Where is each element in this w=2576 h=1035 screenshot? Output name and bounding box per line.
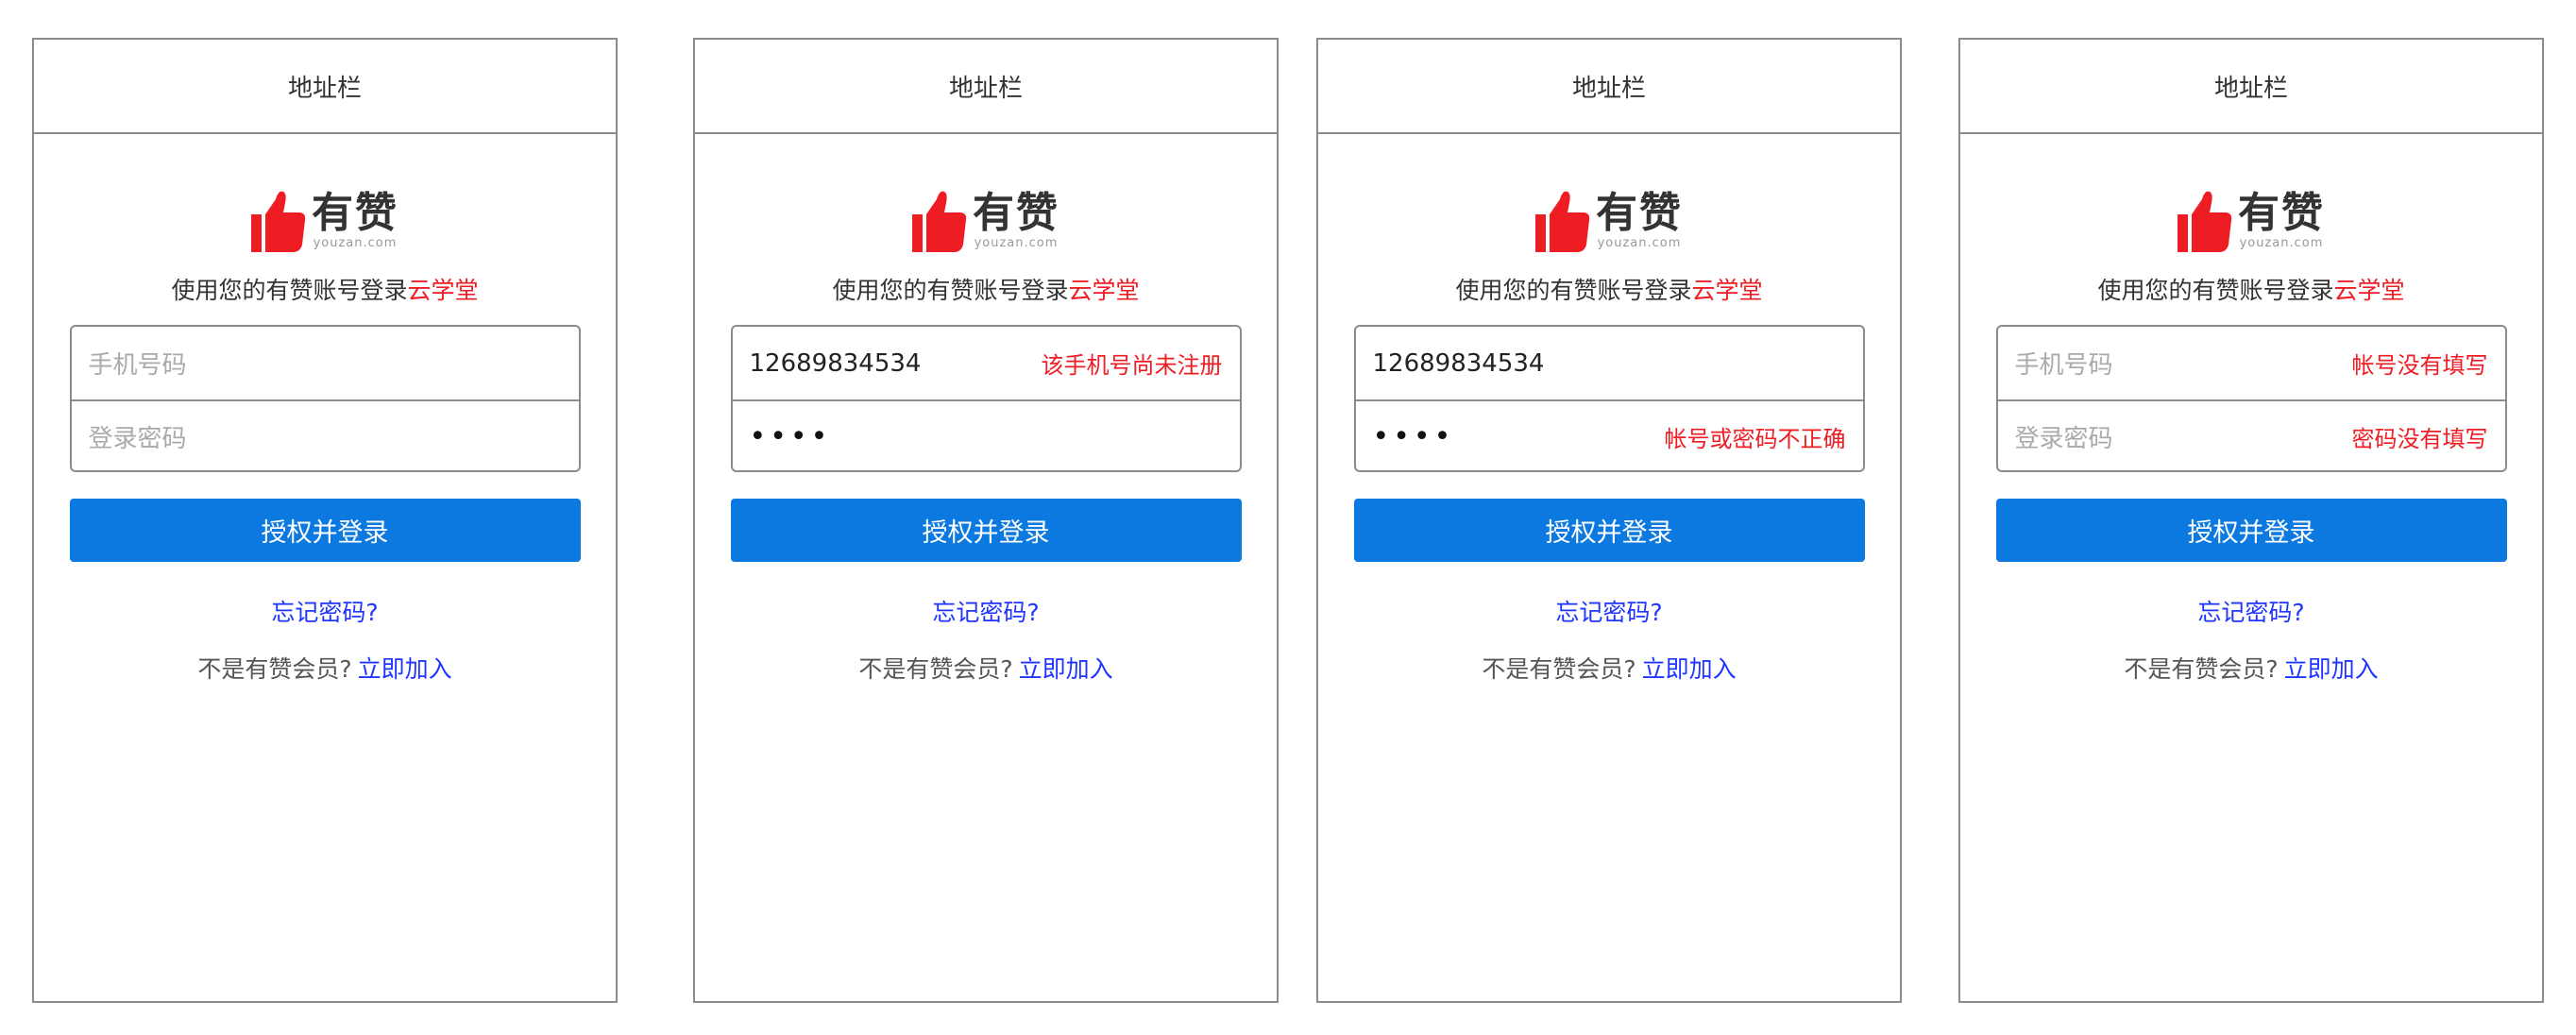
subtitle-app-name: 云学堂 xyxy=(1691,277,1763,304)
forgot-password-link[interactable]: 忘记密码? xyxy=(1318,594,1900,628)
phone-field[interactable]: 12689834534 该手机号尚未注册 xyxy=(733,327,1240,399)
subtitle-text: 使用您的有赞账号登录 xyxy=(1455,277,1692,304)
phone-frame: 地址栏 有赞 youzan.com 使用您的有赞账号登录云学堂 手机号码 登录密… xyxy=(32,38,618,1003)
thumbs-up-icon xyxy=(912,191,967,252)
brand-name: 有赞 xyxy=(1596,189,1683,237)
authorize-login-button[interactable]: 授权并登录 xyxy=(1995,499,2507,562)
password-error: 密码没有填写 xyxy=(2351,426,2488,452)
address-bar-label: 地址栏 xyxy=(2213,74,2288,103)
password-field[interactable]: 登录密码 xyxy=(71,399,579,470)
brand-domain: youzan.com xyxy=(974,236,1059,250)
password-field[interactable]: 登录密码 密码没有填写 xyxy=(1997,399,2505,470)
password-masked-value: •••• xyxy=(1372,420,1455,453)
join-prompt-text: 不是有赞会员? xyxy=(858,655,1013,683)
address-bar-label: 地址栏 xyxy=(287,74,362,103)
thumbs-up-icon xyxy=(1535,191,1590,252)
address-bar[interactable]: 地址栏 xyxy=(1318,40,1900,134)
phone-placeholder: 手机号码 xyxy=(88,351,187,380)
thumbs-up-icon xyxy=(2178,191,2232,252)
phone-frame: 地址栏 有赞 youzan.com 使用您的有赞账号登录云学堂 12689834… xyxy=(693,38,1279,1003)
phone-error: 该手机号尚未注册 xyxy=(1041,352,1223,379)
join-prompt-text: 不是有赞会员? xyxy=(197,655,352,683)
youzan-logo: 有赞 youzan.com xyxy=(1960,187,2542,255)
password-error: 帐号或密码不正确 xyxy=(1664,426,1846,452)
phone-error: 帐号没有填写 xyxy=(2351,352,2488,379)
thumbs-up-icon xyxy=(251,191,306,252)
forgot-password-link[interactable]: 忘记密码? xyxy=(34,594,616,628)
forgot-password-link[interactable]: 忘记密码? xyxy=(1960,594,2542,628)
login-form: 12689834534 该手机号尚未注册 •••• xyxy=(730,325,1242,472)
join-now-link[interactable]: 立即加入 xyxy=(2284,655,2379,683)
youzan-logo: 有赞 youzan.com xyxy=(1318,187,1900,255)
password-field[interactable]: •••• 帐号或密码不正确 xyxy=(1355,399,1863,470)
phone-placeholder: 手机号码 xyxy=(2014,351,2113,380)
phone-value: 12689834534 xyxy=(749,348,922,378)
address-bar-label: 地址栏 xyxy=(948,74,1023,103)
authorize-login-button[interactable]: 授权并登录 xyxy=(1353,499,1865,562)
join-prompt-text: 不是有赞会员? xyxy=(2124,655,2279,683)
phone-field[interactable]: 手机号码 帐号没有填写 xyxy=(1998,327,2505,399)
brand-domain: youzan.com xyxy=(2239,236,2324,250)
phone-field[interactable]: 手机号码 xyxy=(72,327,579,399)
authorize-login-button[interactable]: 授权并登录 xyxy=(69,499,581,562)
brand-domain: youzan.com xyxy=(1597,236,1682,250)
phone-frame: 地址栏 有赞 youzan.com 使用您的有赞账号登录云学堂 手机号码 帐号没… xyxy=(1958,38,2544,1003)
login-subtitle: 使用您的有赞账号登录云学堂 xyxy=(1318,272,1900,306)
brand-name: 有赞 xyxy=(312,189,398,237)
address-bar-label: 地址栏 xyxy=(1571,74,1646,103)
password-field[interactable]: •••• xyxy=(732,399,1240,470)
brand-domain: youzan.com xyxy=(313,236,398,250)
subtitle-app-name: 云学堂 xyxy=(2333,277,2405,304)
phone-frame: 地址栏 有赞 youzan.com 使用您的有赞账号登录云学堂 12689834… xyxy=(1316,38,1902,1003)
forgot-password-link[interactable]: 忘记密码? xyxy=(695,594,1277,628)
join-prompt: 不是有赞会员? 立即加入 xyxy=(1318,651,1900,685)
login-form: 手机号码 登录密码 xyxy=(69,325,581,472)
join-now-link[interactable]: 立即加入 xyxy=(358,655,452,683)
youzan-logo: 有赞 youzan.com xyxy=(34,187,616,255)
password-placeholder: 登录密码 xyxy=(88,425,187,453)
brand-name: 有赞 xyxy=(2238,189,2325,237)
join-now-link[interactable]: 立即加入 xyxy=(1019,655,1113,683)
join-prompt: 不是有赞会员? 立即加入 xyxy=(1960,651,2542,685)
login-subtitle: 使用您的有赞账号登录云学堂 xyxy=(695,272,1277,306)
subtitle-app-name: 云学堂 xyxy=(1068,277,1140,304)
subtitle-text: 使用您的有赞账号登录 xyxy=(832,277,1069,304)
login-form: 12689834534 •••• 帐号或密码不正确 xyxy=(1353,325,1865,472)
join-prompt: 不是有赞会员? 立即加入 xyxy=(695,651,1277,685)
address-bar[interactable]: 地址栏 xyxy=(34,40,616,134)
phone-field[interactable]: 12689834534 xyxy=(1356,327,1863,399)
login-form: 手机号码 帐号没有填写 登录密码 密码没有填写 xyxy=(1995,325,2507,472)
address-bar[interactable]: 地址栏 xyxy=(695,40,1277,134)
join-prompt-text: 不是有赞会员? xyxy=(1482,655,1636,683)
login-subtitle: 使用您的有赞账号登录云学堂 xyxy=(34,272,616,306)
subtitle-text: 使用您的有赞账号登录 xyxy=(171,277,408,304)
password-placeholder: 登录密码 xyxy=(2014,425,2113,453)
brand-name: 有赞 xyxy=(973,189,1059,237)
youzan-logo: 有赞 youzan.com xyxy=(695,187,1277,255)
password-masked-value: •••• xyxy=(749,420,832,453)
login-subtitle: 使用您的有赞账号登录云学堂 xyxy=(1960,272,2542,306)
subtitle-text: 使用您的有赞账号登录 xyxy=(2097,277,2334,304)
subtitle-app-name: 云学堂 xyxy=(407,277,479,304)
authorize-login-button[interactable]: 授权并登录 xyxy=(730,499,1242,562)
join-prompt: 不是有赞会员? 立即加入 xyxy=(34,651,616,685)
join-now-link[interactable]: 立即加入 xyxy=(1642,655,1737,683)
address-bar[interactable]: 地址栏 xyxy=(1960,40,2542,134)
phone-value: 12689834534 xyxy=(1372,348,1545,378)
